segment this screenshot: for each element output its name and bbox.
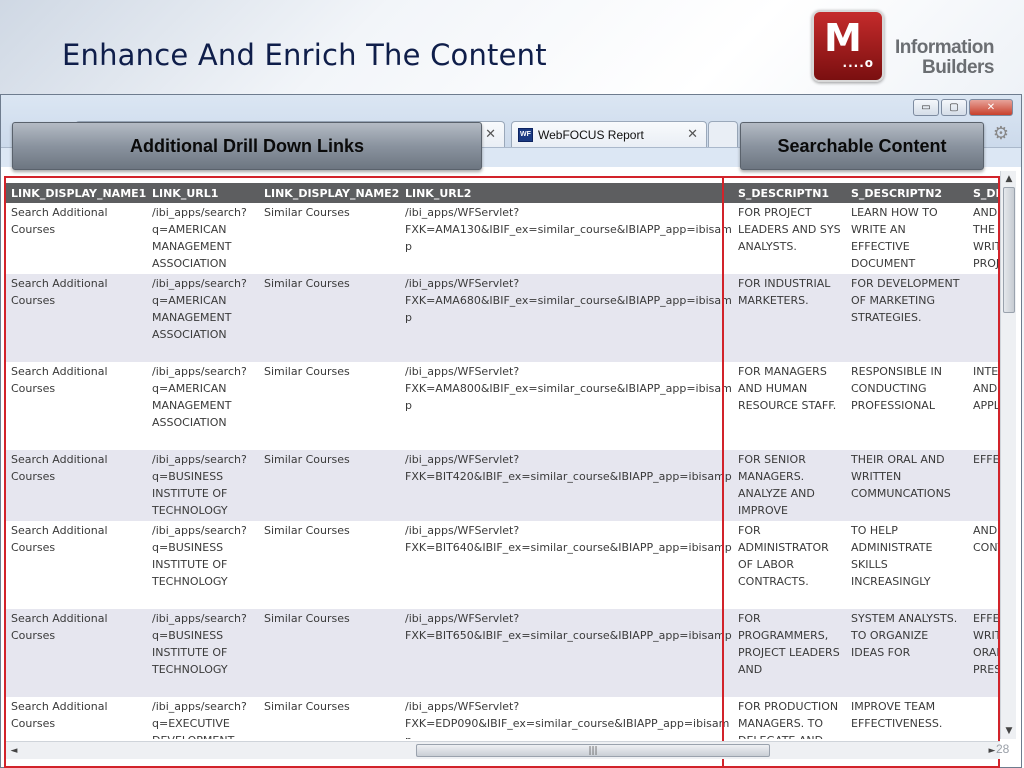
link-url1-cell[interactable]: /ibi_apps/search? q=AMERICAN MANAGEMENT … xyxy=(147,274,259,362)
table-row: Search Additional Courses /ibi_apps/sear… xyxy=(6,203,998,274)
maximize-button[interactable]: ▢ xyxy=(941,99,967,116)
link-display-name1-cell[interactable]: Search Additional Courses xyxy=(6,697,147,739)
vertical-scrollbar[interactable]: ▲ ▼ xyxy=(1000,171,1016,739)
link-display-name2-cell[interactable]: Similar Courses xyxy=(259,521,400,609)
column-header[interactable]: S_DESCRIPTN1 xyxy=(733,183,846,203)
s-descriptn2-cell: TO HELP ADMINISTRATE SKILLS INCREASINGLY xyxy=(846,521,968,609)
s-de-cell: EFFE xyxy=(968,450,998,521)
link-display-name1-cell[interactable]: Search Additional Courses xyxy=(6,203,147,274)
link-display-name2-cell[interactable]: Similar Courses xyxy=(259,362,400,450)
s-descriptn2-cell: SYSTEM ANALYSTS. TO ORGANIZE IDEAS FOR xyxy=(846,609,968,697)
link-url1-cell[interactable]: /ibi_apps/search? q=EXECUTIVE DEVELOPMEN… xyxy=(147,697,259,739)
s-descriptn2-cell: THEIR ORAL AND WRITTEN COMMUNCATIONS xyxy=(846,450,968,521)
s-descriptn2-cell: LEARN HOW TO WRITE AN EFFECTIVE DOCUMENT xyxy=(846,203,968,274)
link-url1-cell[interactable]: /ibi_apps/search? q=AMERICAN MANAGEMENT … xyxy=(147,362,259,450)
s-de-cell: AND THE WRIT PROJ xyxy=(968,203,998,274)
logo-dots: ....o xyxy=(842,56,874,70)
s-descriptn1-cell: FOR INDUSTRIAL MARKETERS. xyxy=(733,274,846,362)
s-descriptn1-cell: FOR PROGRAMMERS, PROJECT LEADERS AND xyxy=(733,609,846,697)
brand-line-2: Builders xyxy=(921,57,995,78)
link-url1-cell[interactable]: /ibi_apps/search? q=BUSINESS INSTITUTE O… xyxy=(147,450,259,521)
link-display-name1-cell[interactable]: Search Additional Courses xyxy=(6,609,147,697)
tab-webfocus-report[interactable]: WF WebFOCUS Report ✕ xyxy=(511,121,707,147)
link-display-name2-cell[interactable]: Similar Courses xyxy=(259,274,400,362)
column-header[interactable]: LINK_DISPLAY_NAME2 xyxy=(259,183,400,203)
link-display-name1-cell[interactable]: Search Additional Courses xyxy=(6,521,147,609)
scroll-left-icon[interactable]: ◄ xyxy=(6,742,22,760)
link-url2-cell[interactable]: /ibi_apps/WFServlet? FXK=BIT650&IBIF_ex=… xyxy=(400,609,733,697)
table-row: Search Additional Courses /ibi_apps/sear… xyxy=(6,274,998,362)
window-controls: ▭ ▢ ✕ xyxy=(913,99,1013,116)
column-header[interactable]: S_DESCRIPTN2 xyxy=(846,183,968,203)
vertical-scroll-thumb[interactable] xyxy=(1003,187,1015,313)
link-url2-cell[interactable]: /ibi_apps/WFServlet? FXK=AMA680&IBIF_ex=… xyxy=(400,274,733,362)
s-de-cell xyxy=(968,274,998,362)
link-display-name1-cell[interactable]: Search Additional Courses xyxy=(6,274,147,362)
link-display-name2-cell[interactable]: Similar Courses xyxy=(259,450,400,521)
table-row: Search Additional Courses /ibi_apps/sear… xyxy=(6,697,998,739)
link-url1-cell[interactable]: /ibi_apps/search? q=BUSINESS INSTITUTE O… xyxy=(147,521,259,609)
s-descriptn2-cell: RESPONSIBLE IN CONDUCTING PROFESSIONAL xyxy=(846,362,968,450)
table-header-row: LINK_DISPLAY_NAME1 LINK_URL1 LINK_DISPLA… xyxy=(6,183,998,203)
link-url1-cell[interactable]: /ibi_apps/search? q=BUSINESS INSTITUTE O… xyxy=(147,609,259,697)
s-de-cell: INTE AND APPL xyxy=(968,362,998,450)
s-de-cell: AND CONT xyxy=(968,521,998,609)
brand-line-1: Information xyxy=(895,37,995,58)
s-descriptn1-cell: FOR PRODUCTION MANAGERS. TO DELEGATE AND xyxy=(733,697,846,739)
additional-drill-down-links-callout: Additional Drill Down Links xyxy=(12,122,482,170)
horizontal-scroll-thumb[interactable]: ||| xyxy=(416,744,770,757)
s-descriptn1-cell: FOR MANAGERS AND HUMAN RESOURCE STAFF. xyxy=(733,362,846,450)
s-descriptn2-cell: FOR DEVELOPMENT OF MARKETING STRATEGIES. xyxy=(846,274,968,362)
s-descriptn1-cell: FOR ADMINISTRATOR OF LABOR CONTRACTS. xyxy=(733,521,846,609)
s-de-cell: EFFE WRIT ORAL PRES xyxy=(968,609,998,697)
scroll-up-icon[interactable]: ▲ xyxy=(1001,171,1017,187)
table-row: Search Additional Courses /ibi_apps/sear… xyxy=(6,521,998,609)
gear-icon[interactable]: ⚙ xyxy=(993,123,1009,144)
link-display-name2-cell[interactable]: Similar Courses xyxy=(259,609,400,697)
logo-letter: M xyxy=(824,16,862,60)
link-url2-cell[interactable]: /ibi_apps/WFServlet? FXK=AMA800&IBIF_ex=… xyxy=(400,362,733,450)
s-descriptn2-cell: IMPROVE TEAM EFFECTIVENESS. xyxy=(846,697,968,739)
information-builders-brand: Information Builders xyxy=(894,37,995,78)
table-row: Search Additional Courses /ibi_apps/sear… xyxy=(6,362,998,450)
link-display-name1-cell[interactable]: Search Additional Courses xyxy=(6,362,147,450)
s-de-cell xyxy=(968,697,998,739)
link-url2-cell[interactable]: /ibi_apps/WFServlet? FXK=EDP090&IBIF_ex=… xyxy=(400,697,733,739)
link-url2-cell[interactable]: /ibi_apps/WFServlet? FXK=AMA130&IBIF_ex=… xyxy=(400,203,733,274)
new-tab-button[interactable] xyxy=(708,121,738,147)
s-descriptn1-cell: FOR SENIOR MANAGERS. ANALYZE AND IMPROVE xyxy=(733,450,846,521)
link-url2-cell[interactable]: /ibi_apps/WFServlet? FXK=BIT640&IBIF_ex=… xyxy=(400,521,733,609)
webfocus-logo: M ....o xyxy=(812,10,884,82)
link-display-name2-cell[interactable]: Similar Courses xyxy=(259,203,400,274)
searchable-content-callout: Searchable Content xyxy=(740,122,984,170)
column-header[interactable]: LINK_URL2 xyxy=(400,183,733,203)
link-url1-cell[interactable]: /ibi_apps/search? q=AMERICAN MANAGEMENT … xyxy=(147,203,259,274)
s-descriptn1-cell: FOR PROJECT LEADERS AND SYS ANALYSTS. xyxy=(733,203,846,274)
webfocus-icon: WF xyxy=(518,127,533,142)
slide-page-number: 28 xyxy=(996,742,1010,756)
link-display-name2-cell[interactable]: Similar Courses xyxy=(259,697,400,739)
report-table: LINK_DISPLAY_NAME1 LINK_URL1 LINK_DISPLA… xyxy=(6,183,998,739)
column-header[interactable]: S_DE xyxy=(968,183,998,203)
column-header[interactable]: LINK_DISPLAY_NAME1 xyxy=(6,183,147,203)
close-icon[interactable]: ✕ xyxy=(485,126,496,142)
close-window-button[interactable]: ✕ xyxy=(969,99,1013,116)
table-row: Search Additional Courses /ibi_apps/sear… xyxy=(6,450,998,521)
link-display-name1-cell[interactable]: Search Additional Courses xyxy=(6,450,147,521)
tab-label: WebFOCUS Report xyxy=(538,127,644,142)
close-icon[interactable]: ✕ xyxy=(687,126,698,142)
link-url2-cell[interactable]: /ibi_apps/WFServlet? FXK=BIT420&IBIF_ex=… xyxy=(400,450,733,521)
column-header[interactable]: LINK_URL1 xyxy=(147,183,259,203)
table-row: Search Additional Courses /ibi_apps/sear… xyxy=(6,609,998,697)
report-table-area: LINK_DISPLAY_NAME1 LINK_URL1 LINK_DISPLA… xyxy=(6,183,998,739)
horizontal-scrollbar[interactable]: ◄ ||| ► xyxy=(6,741,1000,759)
scroll-down-icon[interactable]: ▼ xyxy=(1001,723,1017,739)
minimize-button[interactable]: ▭ xyxy=(913,99,939,116)
slide-title: Enhance And Enrich The Content xyxy=(62,38,547,72)
